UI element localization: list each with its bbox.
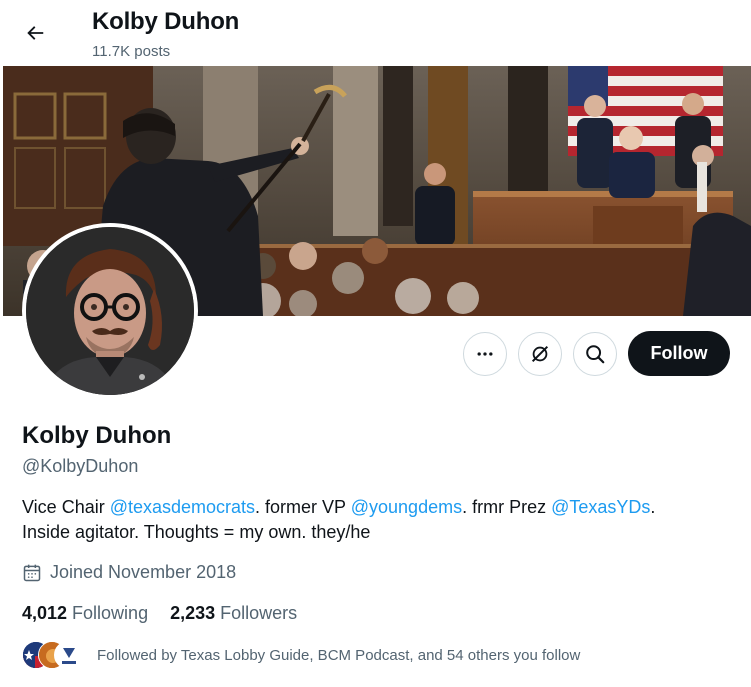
followers-count: 2,233 [170, 603, 216, 623]
follower-avatar-other [54, 641, 82, 669]
following-label: Following [72, 603, 149, 623]
profile-avatar[interactable] [22, 223, 198, 399]
follow-stats: 4,012 Following 2,233 Followers [22, 603, 319, 624]
search-icon [586, 345, 605, 364]
profile-header: Kolby Duhon 11.7K posts [0, 0, 751, 66]
follow-button[interactable]: Follow [628, 331, 730, 376]
bio-text: Vice Chair [22, 497, 110, 517]
mention-link-texasyds[interactable]: @TexasYDs [551, 497, 650, 517]
profile-bio: Vice Chair @texasdemocrats. former VP @y… [22, 495, 722, 545]
arrow-left-icon [27, 26, 44, 40]
header-title: Kolby Duhon [92, 8, 240, 35]
following-link[interactable]: 4,012 Following [22, 603, 148, 624]
followers-label: Followers [220, 603, 298, 623]
avatar-photo [26, 227, 194, 395]
profile-name: Kolby Duhon [22, 422, 172, 449]
grok-button[interactable] [518, 332, 562, 376]
following-count: 4,012 [22, 603, 68, 623]
joined-text: Joined November 2018 [50, 562, 237, 582]
more-button[interactable] [463, 332, 507, 376]
followed-by-text: Followed by Texas Lobby Guide, BCM Podca… [97, 646, 581, 664]
bio-text: . frmr Prez [462, 497, 552, 517]
bio-text: . former VP [255, 497, 351, 517]
calendar-icon [22, 563, 42, 583]
posts-count: 11.7K posts [92, 43, 171, 60]
mention-link-texasdemocrats[interactable]: @texasdemocrats [110, 497, 255, 517]
joined-date: Joined November 2018 [22, 562, 236, 583]
profile-handle: @KolbyDuhon [22, 456, 139, 476]
followers-link[interactable]: 2,233 Followers [170, 603, 297, 624]
grok-icon [531, 345, 549, 363]
more-dots-icon [477, 352, 493, 356]
mention-link-youngdems[interactable]: @youngdems [351, 497, 462, 517]
follower-avatars [22, 638, 82, 672]
search-profile-button[interactable] [573, 332, 617, 376]
followed-by-link[interactable]: Followed by Texas Lobby Guide, BCM Podca… [22, 638, 580, 672]
back-button[interactable] [16, 14, 54, 52]
